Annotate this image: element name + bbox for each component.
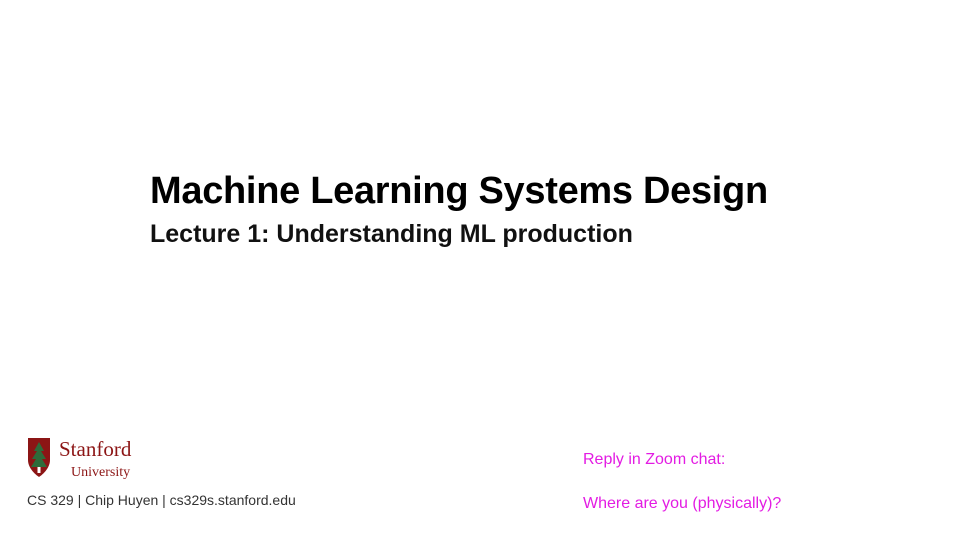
logo-stanford-text: Stanford <box>59 437 132 461</box>
course-footer: CS 329 | Chip Huyen | cs329s.stanford.ed… <box>27 492 296 508</box>
logo-university-text: University <box>71 465 130 480</box>
zoom-chat-question: Where are you (physically)? <box>583 495 782 512</box>
slide-subtitle: Lecture 1: Understanding ML production <box>150 220 633 248</box>
stanford-logo: Stanford University <box>28 437 132 480</box>
zoom-chat-prompt: Reply in Zoom chat: <box>583 451 726 468</box>
slide: Machine Learning Systems Design Lecture … <box>0 0 958 538</box>
slide-title: Machine Learning Systems Design <box>150 170 768 212</box>
stanford-tree-seal-icon <box>28 438 50 477</box>
